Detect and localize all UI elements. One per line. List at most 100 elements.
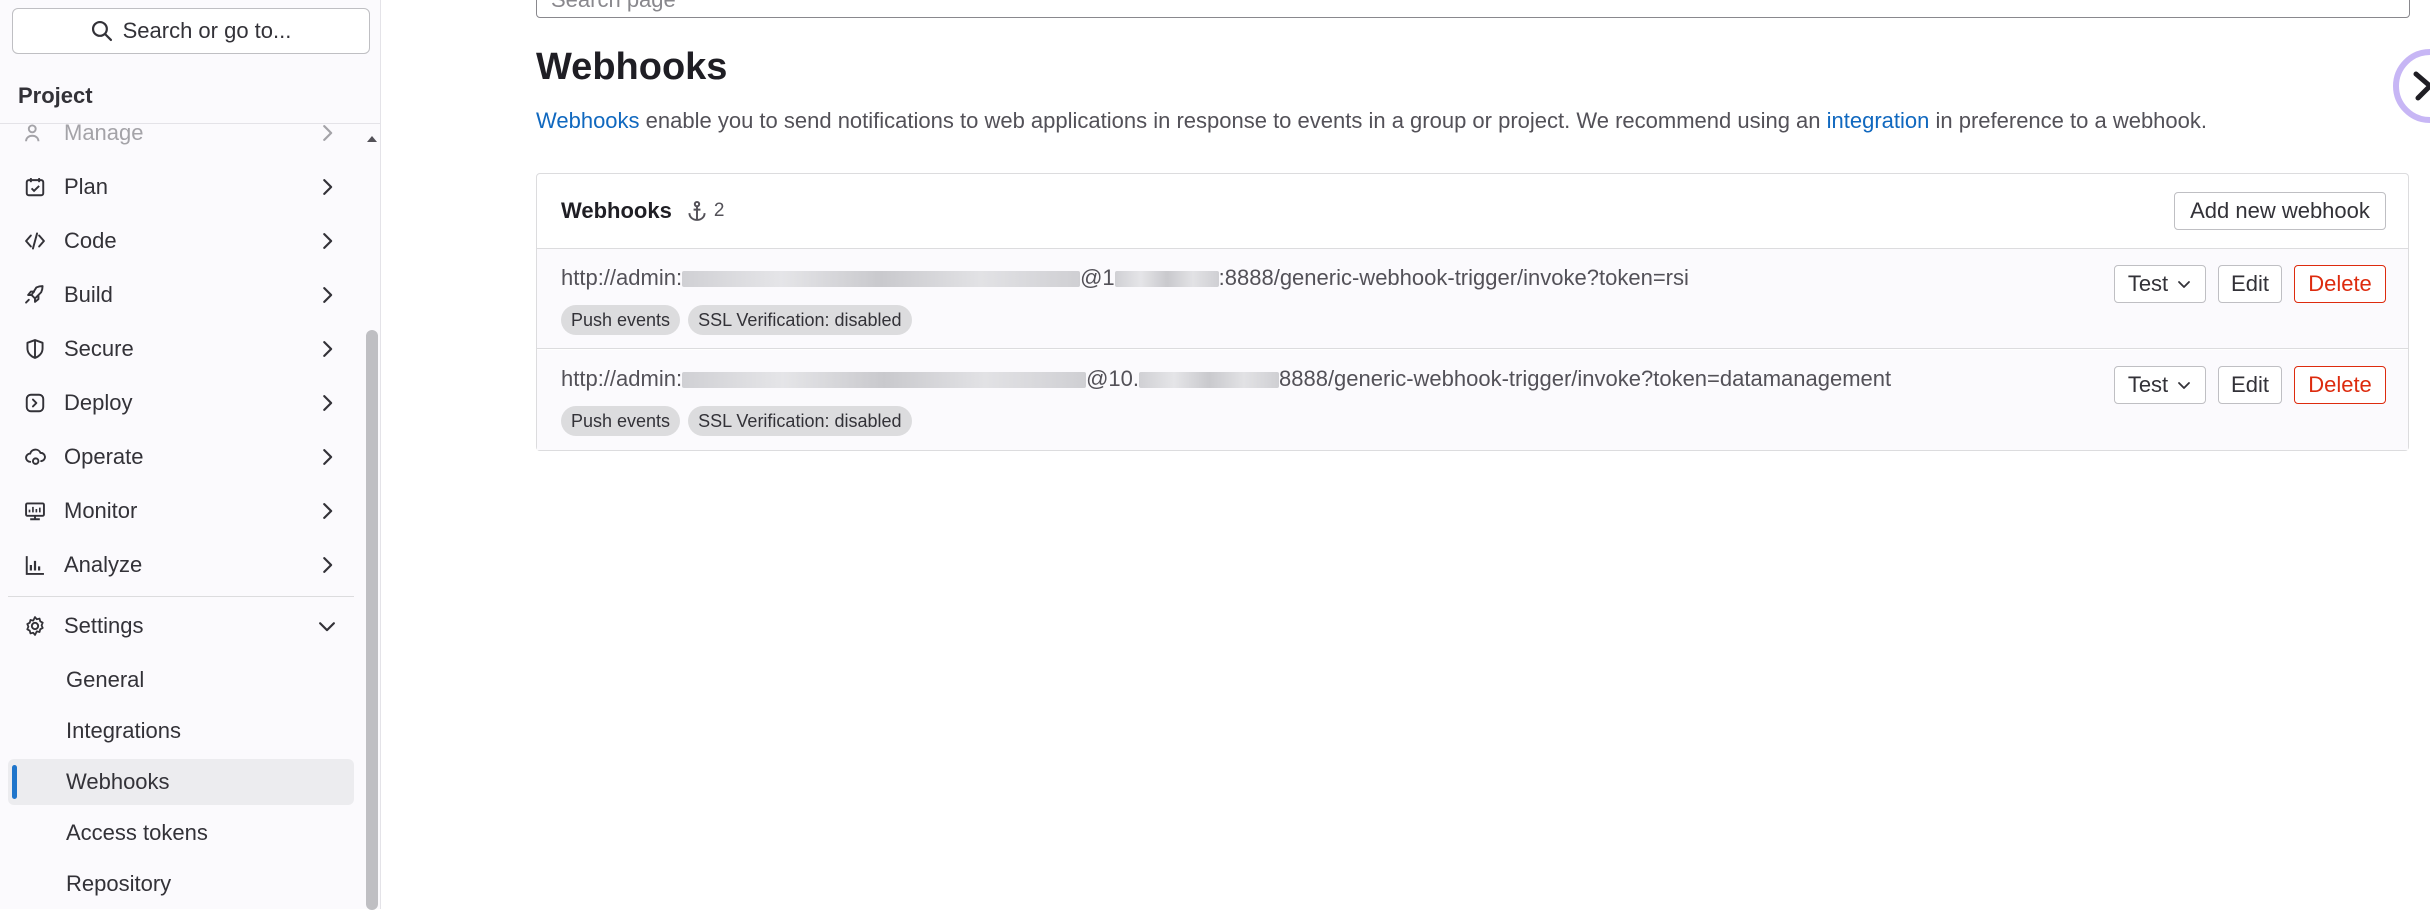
chevron-right-icon <box>323 341 333 357</box>
nav-item-deploy[interactable]: Deploy <box>8 380 354 426</box>
redacted-host <box>1139 372 1279 389</box>
nav-item-label: Manage <box>64 124 144 145</box>
webhook-count-value: 2 <box>713 200 725 221</box>
page-description: Webhooks enable you to send notification… <box>536 108 2207 134</box>
page-search-placeholder: Search page <box>551 0 676 13</box>
nav-item-label: Settings <box>64 613 144 638</box>
description-text-2: in preference to a webhook. <box>1929 108 2207 133</box>
url-host-part: @10. <box>1086 366 1139 391</box>
planning-icon <box>22 174 48 200</box>
chevron-right-icon <box>323 179 333 195</box>
scrollbar-thumb[interactable] <box>366 330 378 910</box>
delete-webhook-button[interactable]: Delete <box>2294 366 2386 404</box>
deployments-icon <box>22 390 48 416</box>
integration-link[interactable]: integration <box>1827 108 1930 133</box>
nav-item-secure[interactable]: Secure <box>8 326 354 372</box>
rocket-icon <box>22 282 48 308</box>
nav-separator <box>8 596 354 597</box>
search-button[interactable]: Search or go to... <box>12 8 370 54</box>
nav-item-analyze[interactable]: Analyze <box>8 542 354 588</box>
redacted-credentials <box>682 372 1087 389</box>
test-webhook-dropdown[interactable]: Test <box>2114 366 2206 404</box>
search-button-label: Search or go to... <box>122 18 292 43</box>
nav-item-build[interactable]: Build <box>8 272 354 318</box>
push-events-badge: Push events <box>561 406 681 436</box>
webhook-url: http://admin: @1 :8888/generic-webhook-tri… <box>561 265 1689 291</box>
page-title: Webhooks <box>536 46 728 88</box>
sidebar-item-integrations[interactable]: Integrations <box>8 708 354 754</box>
webhook-badges: Push events SSL Verification: disabled <box>561 406 912 436</box>
push-events-badge: Push events <box>561 305 681 335</box>
url-prefix: http://admin: <box>561 265 683 290</box>
nav-item-manage[interactable]: Manage <box>8 124 354 156</box>
chevron-right-icon <box>323 503 333 519</box>
users-icon <box>22 124 48 146</box>
nav-item-operate[interactable]: Operate <box>8 434 354 480</box>
test-label: Test <box>2127 372 2169 397</box>
chevron-right-icon <box>323 125 333 141</box>
chart-icon <box>22 552 48 578</box>
nav-item-label: Build <box>64 282 113 307</box>
test-webhook-dropdown[interactable]: Test <box>2114 265 2206 303</box>
chevron-down-icon <box>319 622 335 632</box>
webhook-row: http://admin: @1 :8888/generic-webhook-tri… <box>537 249 2408 349</box>
nav-scroll-area: Manage Plan Code Build Secure Deploy Ope… <box>0 124 364 909</box>
nav-item-label: Analyze <box>64 552 143 577</box>
nav-item-plan[interactable]: Plan <box>8 164 354 210</box>
nav-item-label: Deploy <box>64 390 133 415</box>
project-header: Project <box>0 68 380 124</box>
anchor-icon <box>688 200 706 221</box>
card-title: Webhooks <box>561 198 672 223</box>
shield-icon <box>22 336 48 362</box>
redacted-host <box>1114 271 1219 288</box>
sidebar-scrollbar[interactable] <box>364 124 380 910</box>
ssl-verification-badge: SSL Verification: disabled <box>688 305 912 335</box>
description-text-1: enable you to send notifications to web … <box>639 108 1827 133</box>
chevron-right-icon <box>323 233 333 249</box>
webhooks-docs-link[interactable]: Webhooks <box>536 108 640 133</box>
webhook-url: http://admin: @10. 8888/generic-webhook-tr… <box>561 366 1891 392</box>
chevron-right-icon <box>323 395 333 411</box>
nav-item-label: Secure <box>64 336 134 361</box>
monitor-icon <box>22 498 48 524</box>
ssl-verification-badge: SSL Verification: disabled <box>688 406 912 436</box>
webhook-count: 2 <box>686 200 725 222</box>
edit-webhook-button[interactable]: Edit <box>2218 265 2282 303</box>
nav-item-monitor[interactable]: Monitor <box>8 488 354 534</box>
chevron-right-icon <box>323 557 333 573</box>
chevron-right-icon <box>323 287 333 303</box>
redacted-credentials <box>682 271 1081 288</box>
cloud-gear-icon <box>22 444 48 470</box>
nav-item-label: Operate <box>64 444 144 469</box>
gear-icon <box>22 613 48 639</box>
chevron-down-icon <box>2178 382 2191 389</box>
nav-item-code[interactable]: Code <box>8 218 354 264</box>
page-search-input[interactable]: Search page <box>536 0 2410 18</box>
nav-item-settings[interactable]: Settings <box>8 603 354 649</box>
nav-item-label: Code <box>64 228 117 253</box>
scroll-up-arrow-icon[interactable] <box>365 132 379 146</box>
test-label: Test <box>2127 271 2169 296</box>
webhook-badges: Push events SSL Verification: disabled <box>561 305 912 335</box>
assistant-logo-icon[interactable] <box>2390 46 2430 126</box>
webhooks-card: Webhooks 2 Add new webhook http://admin:… <box>536 173 2409 451</box>
url-suffix: :8888/generic-webhook-trigger/invoke?tok… <box>1218 265 1689 290</box>
code-icon <box>22 228 48 254</box>
sidebar-item-general[interactable]: General <box>8 657 354 703</box>
webhooks-card-header: Webhooks 2 Add new webhook <box>537 174 2408 249</box>
nav-item-label: Plan <box>64 174 109 199</box>
url-host-part: @1 <box>1080 265 1115 290</box>
chevron-right-icon <box>323 449 333 465</box>
sidebar-item-access-tokens[interactable]: Access tokens <box>8 810 354 856</box>
sidebar-item-repository[interactable]: Repository <box>8 861 354 907</box>
url-suffix: 8888/generic-webhook-trigger/invoke?toke… <box>1279 366 1892 391</box>
url-prefix: http://admin: <box>561 366 683 391</box>
chevron-down-icon <box>2178 281 2191 288</box>
webhook-row: http://admin: @10. 8888/generic-webhook-tr… <box>537 350 2408 450</box>
sidebar: Search or go to... Project Manage Plan C… <box>0 0 381 910</box>
search-icon <box>91 20 112 42</box>
add-new-webhook-button[interactable]: Add new webhook <box>2174 192 2386 230</box>
sidebar-item-webhooks[interactable]: Webhooks <box>8 759 354 805</box>
delete-webhook-button[interactable]: Delete <box>2294 265 2386 303</box>
edit-webhook-button[interactable]: Edit <box>2218 366 2282 404</box>
